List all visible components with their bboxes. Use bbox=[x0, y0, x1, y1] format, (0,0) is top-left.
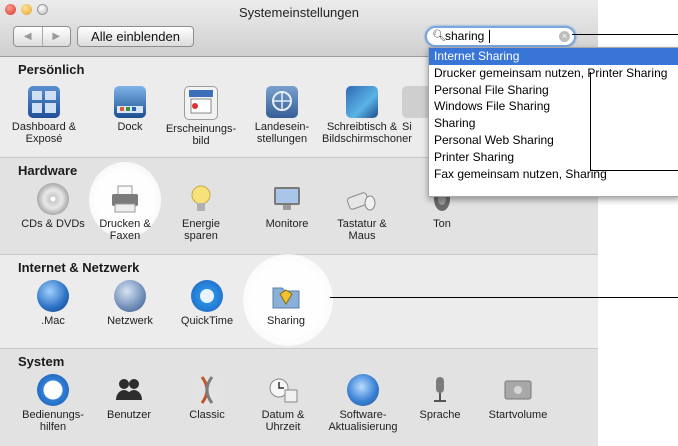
back-forward-control: ◀ ▶ bbox=[13, 26, 71, 47]
monitor-icon bbox=[271, 183, 303, 215]
pane-label: .Mac bbox=[41, 315, 65, 327]
pane-desktop-screensaver[interactable]: Schreibtisch & Bildschirmschoner bbox=[322, 86, 412, 145]
startup-disk-icon bbox=[502, 374, 534, 406]
dock-icon bbox=[114, 86, 146, 118]
cd-dvd-icon bbox=[37, 183, 69, 215]
pane-accessibility[interactable]: Bedienungs- hilfen bbox=[13, 374, 93, 433]
dashboard-expose-icon bbox=[28, 86, 60, 118]
pane-label: Monitore bbox=[265, 218, 309, 230]
pane-label: Erscheinungs- bild bbox=[165, 123, 237, 147]
search-result-item[interactable]: Internet Sharing bbox=[429, 48, 678, 65]
search-result-item[interactable]: Drucker gemeinsam nutzen, Printer Sharin… bbox=[429, 65, 678, 82]
search-result-item[interactable]: Sharing bbox=[429, 115, 678, 132]
search-input[interactable]: sharing bbox=[445, 28, 484, 45]
pane-print-fax[interactable]: Drucken & Faxen bbox=[85, 183, 165, 242]
back-button[interactable]: ◀ bbox=[14, 27, 43, 46]
pane-dock[interactable]: Dock bbox=[90, 86, 170, 133]
pane-label: Sharing bbox=[267, 315, 305, 327]
accessibility-icon bbox=[37, 374, 69, 406]
pane-cds-dvds[interactable]: CDs & DVDs bbox=[13, 183, 93, 230]
dotmac-icon bbox=[37, 280, 69, 312]
printer-icon bbox=[109, 183, 141, 215]
pane-displays[interactable]: Monitore bbox=[247, 183, 327, 230]
search-result-item[interactable]: Windows File Sharing bbox=[429, 98, 678, 115]
search-result-item[interactable]: Printer Sharing bbox=[429, 149, 678, 166]
pane-label: Datum & Uhrzeit bbox=[261, 409, 305, 433]
pane-label: Drucken & Faxen bbox=[99, 218, 151, 242]
search-results-dropdown: Internet Sharing Drucker gemeinsam nutze… bbox=[428, 47, 678, 197]
pane-appearance[interactable]: Erscheinungs- bild bbox=[161, 86, 241, 147]
section-title: Internet & Netzwerk bbox=[18, 260, 140, 275]
pane-date-time[interactable]: Datum & Uhrzeit bbox=[243, 374, 323, 433]
search-result-item[interactable]: Personal Web Sharing bbox=[429, 132, 678, 149]
section-title: Hardware bbox=[18, 163, 78, 178]
pane-label: Netzwerk bbox=[107, 315, 153, 327]
international-icon bbox=[266, 86, 298, 118]
search-field[interactable]: 🔍︎ sharing × bbox=[425, 26, 576, 47]
pane-network[interactable]: Netzwerk bbox=[90, 280, 170, 327]
pane-speech[interactable]: Sprache bbox=[400, 374, 480, 421]
pane-label: Landesein- stellungen bbox=[254, 121, 310, 145]
pane-label: Classic bbox=[189, 409, 225, 421]
pane-classic[interactable]: Classic bbox=[167, 374, 247, 421]
search-result-item[interactable]: Personal File Sharing bbox=[429, 82, 678, 99]
quicktime-icon bbox=[191, 280, 223, 312]
callout-line bbox=[590, 72, 591, 170]
pane-label: Bedienungs- hilfen bbox=[22, 409, 84, 433]
section-title: System bbox=[18, 354, 65, 369]
pane-startup-disk[interactable]: Startvolume bbox=[478, 374, 558, 421]
pane-label: Schreibtisch & Bildschirmschoner bbox=[322, 121, 412, 145]
desktop-screensaver-icon bbox=[346, 86, 378, 118]
pane-software-update[interactable]: Software- Aktualisierung bbox=[323, 374, 403, 433]
keyboard-mouse-icon bbox=[346, 183, 378, 215]
pane-label: Dashboard & Exposé bbox=[11, 121, 77, 145]
sharing-folder-icon bbox=[270, 280, 302, 312]
classic-icon bbox=[191, 374, 223, 406]
pane-dotmac[interactable]: .Mac bbox=[13, 280, 93, 327]
users-icon bbox=[113, 374, 145, 406]
text-cursor bbox=[489, 30, 490, 43]
appearance-icon bbox=[184, 86, 218, 120]
network-globe-icon bbox=[114, 280, 146, 312]
callout-line bbox=[330, 297, 678, 298]
pane-label: Software- Aktualisierung bbox=[328, 409, 398, 433]
pane-label: Dock bbox=[117, 121, 143, 133]
date-time-icon bbox=[267, 374, 299, 406]
search-result-item[interactable]: Fax gemeinsam nutzen, Sharing bbox=[429, 166, 678, 183]
microphone-icon bbox=[424, 374, 456, 406]
section-title: Persönlich bbox=[18, 62, 85, 77]
search-icon: 🔍︎ bbox=[432, 30, 446, 42]
pane-label: Sprache bbox=[419, 409, 461, 421]
clear-search-icon[interactable]: × bbox=[559, 31, 570, 42]
pane-label: Energie sparen bbox=[182, 218, 220, 242]
pane-quicktime[interactable]: QuickTime bbox=[167, 280, 247, 327]
pane-keyboard-mouse[interactable]: Tastatur & Maus bbox=[322, 183, 402, 242]
pane-label: CDs & DVDs bbox=[21, 218, 85, 230]
pane-users[interactable]: Benutzer bbox=[89, 374, 169, 421]
forward-button[interactable]: ▶ bbox=[43, 27, 71, 46]
pane-sharing[interactable]: Sharing bbox=[246, 280, 326, 327]
software-update-icon bbox=[347, 374, 379, 406]
pane-label: Startvolume bbox=[488, 409, 548, 421]
lightbulb-icon bbox=[185, 183, 217, 215]
callout-line bbox=[590, 170, 678, 171]
pane-label: Benutzer bbox=[106, 409, 152, 421]
pane-energy-saver[interactable]: Energie sparen bbox=[161, 183, 241, 242]
pane-label: Ton bbox=[433, 218, 451, 230]
callout-line bbox=[572, 34, 678, 35]
pane-label: QuickTime bbox=[180, 315, 234, 327]
show-all-button[interactable]: Alle einblenden bbox=[77, 26, 194, 47]
window-title: Systemeinstellungen bbox=[239, 5, 359, 20]
pane-label: Tastatur & Maus bbox=[337, 218, 387, 242]
pane-international[interactable]: Landesein- stellungen bbox=[242, 86, 322, 145]
pane-dashboard-expose[interactable]: Dashboard & Exposé bbox=[4, 86, 84, 145]
